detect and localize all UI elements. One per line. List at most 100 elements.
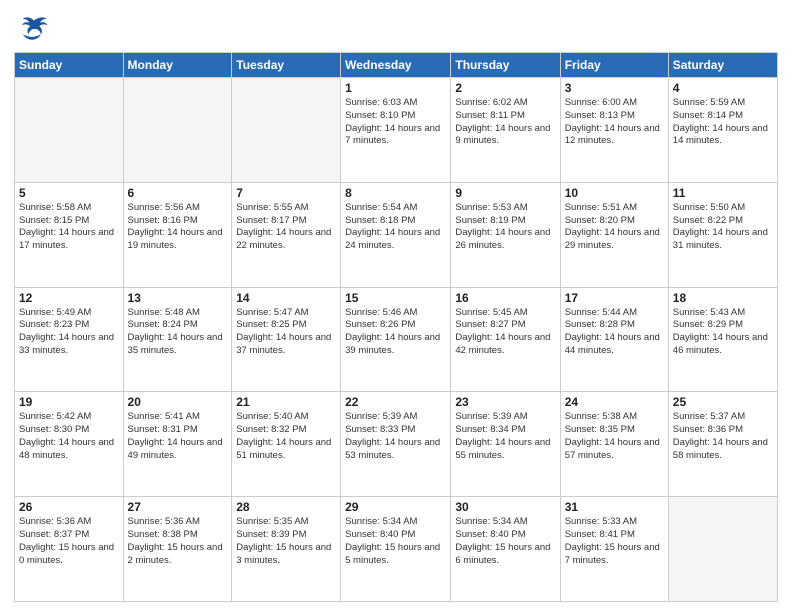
col-tuesday: Tuesday [232,53,341,78]
calendar-cell [668,497,777,602]
calendar-cell: 25 Sunrise: 5:37 AM Sunset: 8:36 PM Dayli… [668,392,777,497]
col-friday: Friday [560,53,668,78]
day-number: 13 [128,291,228,305]
header [14,10,778,46]
day-number: 23 [455,395,555,409]
calendar-cell [123,78,232,183]
col-wednesday: Wednesday [341,53,451,78]
day-number: 30 [455,500,555,514]
day-number: 27 [128,500,228,514]
day-number: 8 [345,186,446,200]
day-info: Sunrise: 5:58 AM Sunset: 8:15 PM Dayligh… [19,202,119,253]
weekday-row: Sunday Monday Tuesday Wednesday Thursday… [15,53,778,78]
day-info: Sunrise: 5:43 AM Sunset: 8:29 PM Dayligh… [673,307,773,358]
day-number: 9 [455,186,555,200]
day-number: 12 [19,291,119,305]
calendar-cell: 4 Sunrise: 5:59 AM Sunset: 8:14 PM Daylig… [668,78,777,183]
day-info: Sunrise: 5:39 AM Sunset: 8:33 PM Dayligh… [345,411,446,462]
calendar-cell: 31 Sunrise: 5:33 AM Sunset: 8:41 PM Dayli… [560,497,668,602]
calendar-cell: 19 Sunrise: 5:42 AM Sunset: 8:30 PM Dayli… [15,392,124,497]
day-info: Sunrise: 5:49 AM Sunset: 8:23 PM Dayligh… [19,307,119,358]
week-row-4: 19 Sunrise: 5:42 AM Sunset: 8:30 PM Dayli… [15,392,778,497]
day-number: 31 [565,500,664,514]
calendar-cell: 17 Sunrise: 5:44 AM Sunset: 8:28 PM Dayli… [560,287,668,392]
calendar-cell: 16Sunrise: 5:45 AM Sunset: 8:27 PM Dayli… [451,287,560,392]
calendar-cell: 13Sunrise: 5:48 AM Sunset: 8:24 PM Dayli… [123,287,232,392]
day-info: Sunrise: 5:59 AM Sunset: 8:14 PM Dayligh… [673,97,773,148]
calendar-cell: 18 Sunrise: 5:43 AM Sunset: 8:29 PM Dayli… [668,287,777,392]
calendar-cell: 10 Sunrise: 5:51 AM Sunset: 8:20 PM Dayli… [560,182,668,287]
calendar-cell: 22 Sunrise: 5:39 AM Sunset: 8:33 PM Dayli… [341,392,451,497]
day-info: Sunrise: 5:50 AM Sunset: 8:22 PM Dayligh… [673,202,773,253]
day-info: Sunrise: 6:00 AM Sunset: 8:13 PM Dayligh… [565,97,664,148]
calendar-cell: 26 Sunrise: 5:36 AM Sunset: 8:37 PM Dayli… [15,497,124,602]
day-info: Sunrise: 5:44 AM Sunset: 8:28 PM Dayligh… [565,307,664,358]
day-info: Sunrise: 5:51 AM Sunset: 8:20 PM Dayligh… [565,202,664,253]
col-saturday: Saturday [668,53,777,78]
col-monday: Monday [123,53,232,78]
calendar-cell: 1 Sunrise: 6:03 AM Sunset: 8:10 PM Daylig… [341,78,451,183]
calendar-cell: 29 Sunrise: 5:34 AM Sunset: 8:40 PM Dayli… [341,497,451,602]
day-info: Sunrise: 6:02 AM Sunset: 8:11 PM Dayligh… [455,97,555,148]
calendar-cell: 24 Sunrise: 5:38 AM Sunset: 8:35 PM Dayli… [560,392,668,497]
day-number: 11 [673,186,773,200]
calendar-cell: 27Sunrise: 5:36 AM Sunset: 8:38 PM Dayli… [123,497,232,602]
calendar-cell: 5 Sunrise: 5:58 AM Sunset: 8:15 PM Daylig… [15,182,124,287]
calendar-cell: 8 Sunrise: 5:54 AM Sunset: 8:18 PM Daylig… [341,182,451,287]
day-number: 26 [19,500,119,514]
calendar-cell: 3 Sunrise: 6:00 AM Sunset: 8:13 PM Daylig… [560,78,668,183]
day-info: Sunrise: 5:41 AM Sunset: 8:31 PM Dayligh… [128,411,228,462]
week-row-1: 1 Sunrise: 6:03 AM Sunset: 8:10 PM Daylig… [15,78,778,183]
day-info: Sunrise: 5:34 AM Sunset: 8:40 PM Dayligh… [455,516,555,567]
day-info: Sunrise: 5:38 AM Sunset: 8:35 PM Dayligh… [565,411,664,462]
day-info: Sunrise: 5:53 AM Sunset: 8:19 PM Dayligh… [455,202,555,253]
day-number: 2 [455,81,555,95]
day-number: 7 [236,186,336,200]
calendar-cell: 11 Sunrise: 5:50 AM Sunset: 8:22 PM Dayli… [668,182,777,287]
col-sunday: Sunday [15,53,124,78]
calendar-cell: 7Sunrise: 5:55 AM Sunset: 8:17 PM Daylig… [232,182,341,287]
calendar-cell: 28Sunrise: 5:35 AM Sunset: 8:39 PM Dayli… [232,497,341,602]
day-number: 28 [236,500,336,514]
day-number: 16 [455,291,555,305]
day-info: Sunrise: 5:54 AM Sunset: 8:18 PM Dayligh… [345,202,446,253]
col-thursday: Thursday [451,53,560,78]
day-number: 15 [345,291,446,305]
calendar-cell: 30 Sunrise: 5:34 AM Sunset: 8:40 PM Dayli… [451,497,560,602]
calendar-cell: 23 Sunrise: 5:39 AM Sunset: 8:34 PM Dayli… [451,392,560,497]
calendar-cell: 6Sunrise: 5:56 AM Sunset: 8:16 PM Daylig… [123,182,232,287]
day-number: 3 [565,81,664,95]
day-info: Sunrise: 6:03 AM Sunset: 8:10 PM Dayligh… [345,97,446,148]
day-number: 17 [565,291,664,305]
day-info: Sunrise: 5:39 AM Sunset: 8:34 PM Dayligh… [455,411,555,462]
day-number: 22 [345,395,446,409]
day-number: 1 [345,81,446,95]
day-number: 29 [345,500,446,514]
calendar-cell: 2 Sunrise: 6:02 AM Sunset: 8:11 PM Daylig… [451,78,560,183]
calendar-cell: 20 Sunrise: 5:41 AM Sunset: 8:31 PM Dayli… [123,392,232,497]
calendar-header: Sunday Monday Tuesday Wednesday Thursday… [15,53,778,78]
day-number: 10 [565,186,664,200]
day-info: Sunrise: 5:56 AM Sunset: 8:16 PM Dayligh… [128,202,228,253]
day-number: 25 [673,395,773,409]
day-info: Sunrise: 5:37 AM Sunset: 8:36 PM Dayligh… [673,411,773,462]
calendar-cell: 21Sunrise: 5:40 AM Sunset: 8:32 PM Dayli… [232,392,341,497]
day-info: Sunrise: 5:33 AM Sunset: 8:41 PM Dayligh… [565,516,664,567]
day-info: Sunrise: 5:40 AM Sunset: 8:32 PM Dayligh… [236,411,336,462]
day-number: 24 [565,395,664,409]
day-number: 20 [128,395,228,409]
day-info: Sunrise: 5:34 AM Sunset: 8:40 PM Dayligh… [345,516,446,567]
day-number: 19 [19,395,119,409]
day-number: 18 [673,291,773,305]
day-info: Sunrise: 5:36 AM Sunset: 8:37 PM Dayligh… [19,516,119,567]
page: Sunday Monday Tuesday Wednesday Thursday… [0,0,792,612]
calendar-cell [15,78,124,183]
day-number: 4 [673,81,773,95]
calendar-cell [232,78,341,183]
calendar: Sunday Monday Tuesday Wednesday Thursday… [14,52,778,602]
day-info: Sunrise: 5:42 AM Sunset: 8:30 PM Dayligh… [19,411,119,462]
day-number: 5 [19,186,119,200]
calendar-cell: 9 Sunrise: 5:53 AM Sunset: 8:19 PM Daylig… [451,182,560,287]
day-info: Sunrise: 5:47 AM Sunset: 8:25 PM Dayligh… [236,307,336,358]
calendar-cell: 12 Sunrise: 5:49 AM Sunset: 8:23 PM Dayli… [15,287,124,392]
